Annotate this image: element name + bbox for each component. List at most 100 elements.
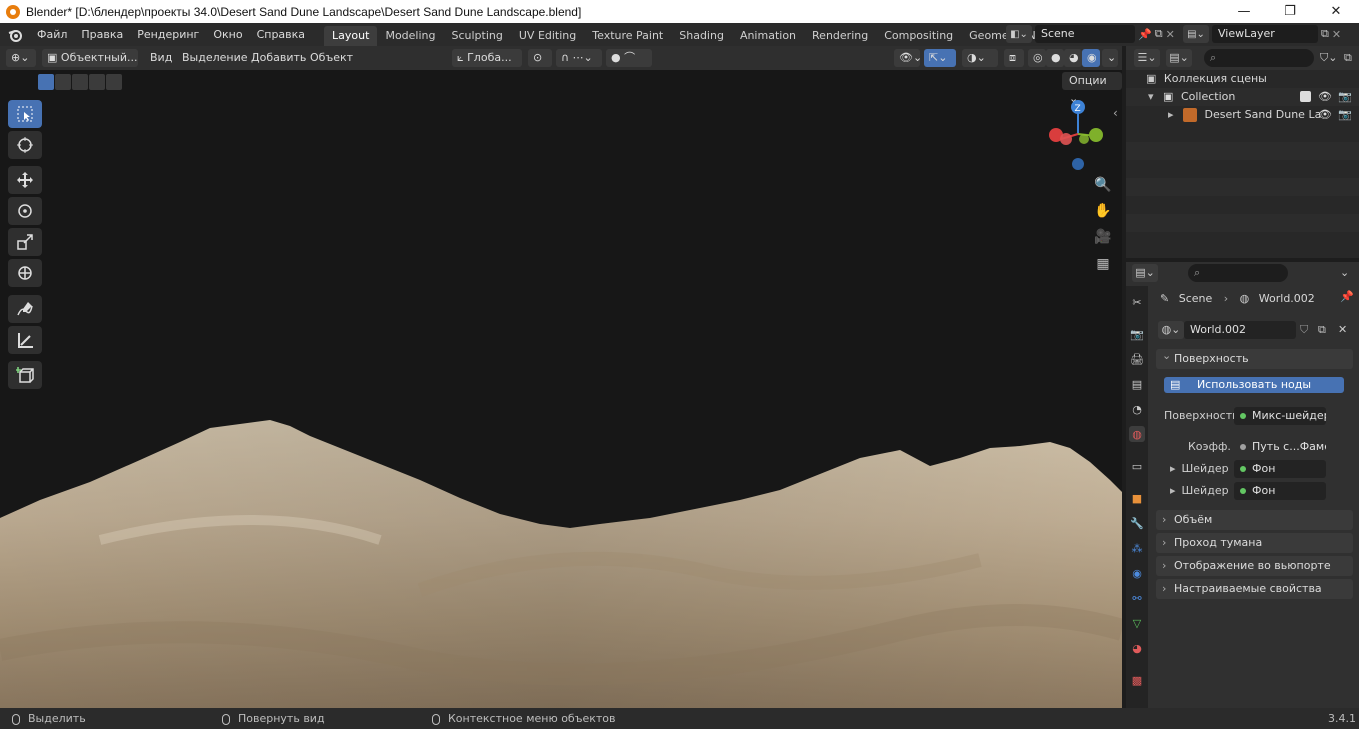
fac-input-field[interactable]: Путь с...Фамеры <box>1234 438 1326 456</box>
workspace-tab-sculpting[interactable]: Sculpting <box>444 26 511 46</box>
blender-menu-icon[interactable] <box>0 28 30 42</box>
menu-render[interactable]: Рендеринг <box>130 23 206 46</box>
collection-tab-icon[interactable]: ▭ <box>1129 458 1145 474</box>
expand-arrow-icon[interactable]: ▸ <box>1170 484 1176 497</box>
view-layer-icon[interactable]: ▤⌄ <box>1183 25 1209 43</box>
workspace-tab-animation[interactable]: Animation <box>732 26 804 46</box>
panel-viewport-display[interactable]: Отображение во вьюпорте <box>1156 556 1353 576</box>
new-collection-icon[interactable]: ⧉ <box>1344 49 1352 67</box>
snap-toggle[interactable]: ∩ ⋯⌄ <box>556 49 602 67</box>
properties-options-icon[interactable]: ⌄ <box>1340 264 1349 282</box>
shading-rendered-button[interactable]: ◉ <box>1082 49 1100 67</box>
material-tab-icon[interactable]: ◕ <box>1129 640 1145 656</box>
use-nodes-button[interactable]: ▤ Использовать ноды <box>1164 377 1344 393</box>
collection-checkbox[interactable] <box>1300 91 1311 102</box>
outliner-editor-type-icon[interactable]: ☰⌄ <box>1134 49 1160 67</box>
new-view-layer-icon[interactable]: ⧉ <box>1321 27 1329 41</box>
world-name-field[interactable]: World.002 <box>1184 321 1296 339</box>
menu-window[interactable]: Окно <box>206 23 249 46</box>
panel-surface[interactable]: Поверхность <box>1156 346 1353 369</box>
outliner-row-object[interactable]: ▸ Desert Sand Dune La 👁 📷 <box>1126 106 1359 124</box>
world-tab-icon[interactable]: ◍ <box>1129 426 1145 442</box>
workspace-tab-uv-editing[interactable]: UV Editing <box>511 26 584 46</box>
shader-1-field[interactable]: Фон <box>1234 460 1326 478</box>
transform-orientation-dropdown[interactable]: ⟀ Глоба... <box>452 49 522 67</box>
menu-view[interactable]: Вид <box>150 49 172 67</box>
pin-icon[interactable]: 📌 <box>1138 28 1152 41</box>
panel-custom-properties[interactable]: Настраиваемые свойства <box>1156 579 1353 599</box>
outliner-row-collection[interactable]: ▾ ▣ Collection 👁 📷 <box>1126 88 1359 106</box>
3d-viewport[interactable]: Опции ⌄ ‹ Z 🔍 ✋ 🎥 ▦ <box>0 70 1122 708</box>
tool-tab-icon[interactable]: ✂ <box>1129 294 1145 310</box>
collection-eye-icon[interactable]: 👁 <box>1318 88 1332 106</box>
texture-tab-icon[interactable]: ▩ <box>1129 672 1145 688</box>
scene-name-field[interactable]: Scene <box>1035 25 1135 43</box>
data-tab-icon[interactable]: ▽ <box>1129 615 1145 631</box>
workspace-tab-layout[interactable]: Layout <box>324 26 378 46</box>
proportional-edit-toggle[interactable]: ● ⌒ <box>606 49 652 67</box>
menu-object[interactable]: Объект <box>310 49 353 67</box>
maximize-button[interactable]: ❐ <box>1267 0 1313 23</box>
overlays-toggle[interactable]: ◑⌄ <box>962 49 998 67</box>
world-type-dropdown[interactable]: ◍⌄ <box>1158 321 1184 339</box>
workspace-tab-texture-paint[interactable]: Texture Paint <box>584 26 671 46</box>
output-tab-icon[interactable]: 🖨 <box>1129 351 1145 367</box>
remove-scene-icon[interactable]: ✕ <box>1166 28 1175 41</box>
fake-user-icon[interactable]: ⛉ <box>1300 321 1308 339</box>
scene-tab-icon[interactable]: ◔ <box>1129 401 1145 417</box>
expand-arrow-icon[interactable]: ▸ <box>1170 462 1176 475</box>
object-eye-icon[interactable]: 👁 <box>1318 106 1332 124</box>
shading-wireframe-button[interactable]: ◎ <box>1028 49 1046 67</box>
minimize-button[interactable]: — <box>1221 0 1267 23</box>
gizmo-toggle[interactable]: ⇱⌄ <box>924 49 956 67</box>
shader-2-field[interactable]: Фон <box>1234 482 1326 500</box>
workspace-tab-modeling[interactable]: Modeling <box>377 26 443 46</box>
physics-tab-icon[interactable]: ◉ <box>1129 565 1145 581</box>
unlink-world-icon[interactable]: ✕ <box>1338 321 1347 339</box>
collection-camera-icon[interactable]: 📷 <box>1338 88 1352 106</box>
object-camera-icon[interactable]: 📷 <box>1338 106 1352 124</box>
mode-dropdown[interactable]: ▣ Объектный... <box>42 49 138 67</box>
shading-solid-button[interactable]: ● <box>1046 49 1064 67</box>
shading-options-dropdown[interactable]: ⌄ <box>1102 49 1118 67</box>
menu-select[interactable]: Выделение <box>182 49 248 67</box>
expand-arrow-icon[interactable]: ▾ <box>1148 90 1154 103</box>
scene-selector-icon[interactable]: ◧⌄ <box>1006 25 1032 43</box>
view-layer-field[interactable]: ViewLayer <box>1212 25 1318 43</box>
panel-volume[interactable]: Объём <box>1156 510 1353 530</box>
render-tab-icon[interactable]: 📷 <box>1129 326 1145 342</box>
menu-file[interactable]: Файл <box>30 23 74 46</box>
workspace-tab-rendering[interactable]: Rendering <box>804 26 876 46</box>
panel-mist-pass[interactable]: Проход тумана <box>1156 533 1353 553</box>
visibility-dropdown[interactable]: 👁⌄ <box>894 49 922 67</box>
menu-help[interactable]: Справка <box>250 23 312 46</box>
workspace-tab-shading[interactable]: Shading <box>671 26 732 46</box>
properties-search-field[interactable]: ⌕ <box>1188 264 1288 282</box>
expand-arrow-icon[interactable]: ▸ <box>1168 108 1174 121</box>
particles-tab-icon[interactable]: ⁂ <box>1129 540 1145 556</box>
menu-edit[interactable]: Правка <box>74 23 130 46</box>
pivot-point-dropdown[interactable]: ⊙ <box>528 49 552 67</box>
workspace-tab-compositing[interactable]: Compositing <box>876 26 961 46</box>
shader-1-row[interactable]: ▸ Шейдер <box>1170 460 1229 478</box>
modifier-tab-icon[interactable]: 🔧 <box>1129 515 1145 531</box>
xray-toggle[interactable]: ⧈ <box>1004 49 1024 67</box>
filter-icon[interactable]: ⛉⌄ <box>1320 49 1337 67</box>
close-button[interactable]: ✕ <box>1313 0 1359 23</box>
display-mode-icon[interactable]: ▤⌄ <box>1166 49 1192 67</box>
properties-editor-type-icon[interactable]: ▤⌄ <box>1132 264 1158 282</box>
object-tab-icon[interactable]: ■ <box>1129 490 1145 506</box>
outliner-row-scene-collection[interactable]: ▣ Коллекция сцены <box>1126 70 1359 88</box>
shader-2-row[interactable]: ▸ Шейдер <box>1170 482 1229 500</box>
editor-type-button[interactable]: ⊕⌄ <box>6 49 36 67</box>
outliner-search-field[interactable]: ⌕ <box>1204 49 1314 67</box>
pin-icon[interactable]: 📌 <box>1340 290 1354 303</box>
constraints-tab-icon[interactable]: ⚯ <box>1129 590 1145 606</box>
menu-add[interactable]: Добавить <box>251 49 306 67</box>
view-layer-tab-icon[interactable]: ▤ <box>1129 376 1145 392</box>
new-scene-icon[interactable]: ⧉ <box>1155 27 1163 41</box>
shading-material-button[interactable]: ◕ <box>1064 49 1082 67</box>
remove-view-layer-icon[interactable]: ✕ <box>1332 28 1341 41</box>
surface-shader-field[interactable]: Микс-шейдер <box>1234 407 1326 425</box>
new-world-icon[interactable]: ⧉ <box>1318 321 1326 339</box>
